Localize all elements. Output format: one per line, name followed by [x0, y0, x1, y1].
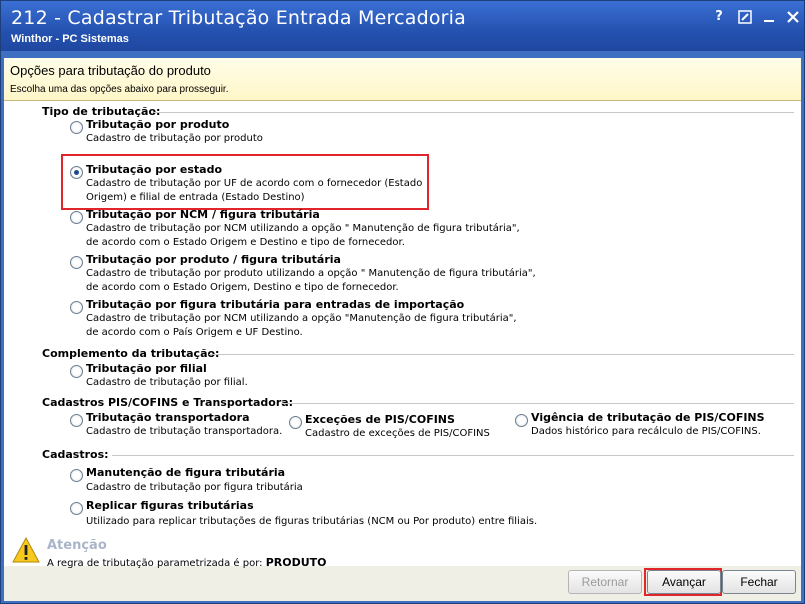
dialog-client-area: Opções para tributação do produto Escolh… [4, 58, 801, 601]
option-label[interactable]: Tributação por filial [86, 362, 207, 375]
radio-tributacao-produto[interactable] [70, 121, 83, 134]
group-title-complemento: Complemento da tributação: [42, 347, 220, 360]
option-desc: Cadastro de tributação por filial. [86, 377, 248, 388]
help-icon[interactable]: ? [708, 7, 730, 27]
dialog-footer: Atenção A regra de tributação parametriz… [4, 536, 801, 601]
option-desc: Cadastro de tributação por produto utili… [86, 268, 536, 279]
radio-tributacao-importacao[interactable] [70, 301, 83, 314]
option-desc: Cadastro de tributação por figura tribut… [86, 482, 303, 493]
edit-icon[interactable] [734, 7, 756, 27]
group-divider [209, 354, 794, 355]
back-button[interactable]: Retornar [568, 570, 642, 594]
option-label[interactable]: Exceções de PIS/COFINS [305, 413, 455, 426]
option-label[interactable]: Tributação por estado [86, 163, 222, 176]
option-desc: Cadastro de tributação por UF de acordo … [86, 178, 423, 189]
close-button[interactable]: Fechar [722, 570, 796, 594]
header-title: Opções para tributação do produto [10, 63, 211, 78]
next-button[interactable]: Avançar [647, 570, 721, 594]
group-divider [112, 455, 794, 456]
close-icon[interactable] [782, 7, 804, 27]
radio-excecoes-pis-cofins[interactable] [289, 416, 302, 429]
option-label[interactable]: Tributação por NCM / figura tributária [86, 208, 320, 221]
radio-tributacao-filial[interactable] [70, 365, 83, 378]
warning-icon [12, 536, 40, 567]
window-title: 212 - Cadastrar Tributação Entrada Merca… [11, 7, 466, 29]
option-desc: de acordo com o Estado Origem, Destino e… [86, 282, 399, 293]
group-divider [154, 112, 794, 113]
radio-vigencia-pis-cofins[interactable] [515, 414, 528, 427]
group-title-cadastros: Cadastros: [42, 448, 109, 461]
option-label[interactable]: Tributação transportadora [86, 411, 250, 424]
wizard-header: Opções para tributação do produto Escolh… [4, 58, 801, 101]
radio-tributacao-produto-figura[interactable] [70, 256, 83, 269]
option-desc: Cadastro de tributação por NCM utilizand… [86, 313, 517, 324]
option-desc: Origem) e filial de entrada (Estado Dest… [86, 192, 305, 203]
option-desc: Dados histórico para recálculo de PIS/CO… [531, 426, 761, 437]
radio-tributacao-estado[interactable] [70, 166, 83, 179]
radio-manutencao-figura[interactable] [70, 469, 83, 482]
option-label[interactable]: Tributação por produto / figura tributár… [86, 253, 341, 266]
options-panel: Tipo de tributação: Tributação por produ… [4, 101, 801, 536]
warning-panel: Atenção A regra de tributação parametriz… [4, 536, 801, 569]
option-desc: Utilizado para replicar tributações de f… [86, 516, 538, 527]
option-desc: Cadastro de tributação por produto [86, 133, 263, 144]
option-desc: Cadastro de tributação por NCM utilizand… [86, 223, 520, 234]
option-desc: Cadastro de tributação transportadora. [86, 426, 283, 437]
option-desc: de acordo com o País Origem e UF Destino… [86, 327, 303, 338]
warning-title: Atenção [47, 538, 107, 553]
option-desc: Cadastro de exceções de PIS/COFINS [305, 428, 490, 439]
warning-text: A regra de tributação parametrizada é po… [47, 556, 327, 569]
header-subtitle: Escolha uma das opções abaixo para pross… [10, 84, 229, 95]
title-bar[interactable]: 212 - Cadastrar Tributação Entrada Merca… [1, 1, 804, 51]
radio-tributacao-ncm[interactable] [70, 211, 83, 224]
radio-tributacao-transportadora[interactable] [70, 414, 83, 427]
warning-message: A regra de tributação parametrizada é po… [47, 558, 263, 569]
option-desc: de acordo com o Estado Origem e Destino … [86, 237, 405, 248]
window-subtitle: Winthor - PC Sistemas [11, 33, 129, 45]
option-label[interactable]: Tributação por figura tributária para en… [86, 298, 464, 311]
option-label[interactable]: Manutenção de figura tributária [86, 466, 285, 479]
main-window: 212 - Cadastrar Tributação Entrada Merca… [0, 0, 805, 604]
option-label[interactable]: Tributação por produto [86, 118, 229, 131]
group-divider [282, 403, 794, 404]
warning-value: PRODUTO [265, 556, 327, 569]
minimize-icon[interactable] [758, 7, 780, 27]
radio-replicar-figuras[interactable] [70, 502, 83, 515]
group-title-pis-cofins: Cadastros PIS/COFINS e Transportadora: [42, 396, 294, 409]
option-label[interactable]: Replicar figuras tributárias [86, 499, 254, 512]
option-label[interactable]: Vigência de tributação de PIS/COFINS [531, 411, 765, 424]
group-title-tipo: Tipo de tributação: [42, 105, 161, 118]
